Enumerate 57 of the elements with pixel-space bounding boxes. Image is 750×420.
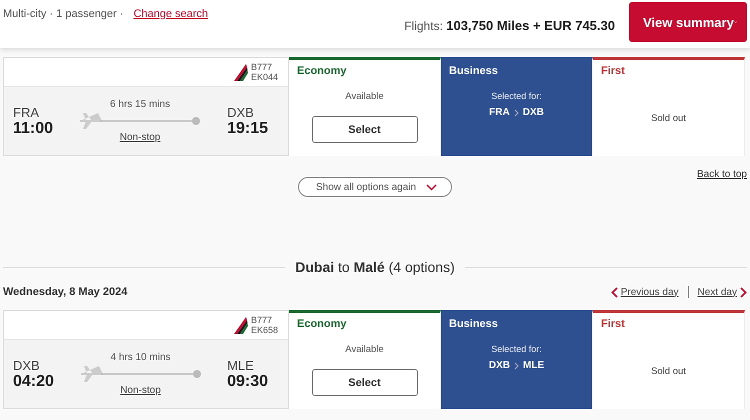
availability-status: Available <box>345 91 384 102</box>
fare-option[interactable]: Economy Available Select <box>289 57 441 156</box>
fare-option[interactable]: Business Selected for: DXB MLE <box>441 310 593 409</box>
chevron-right-icon <box>514 362 519 370</box>
change-search-link[interactable]: Change search <box>133 8 208 20</box>
trip-summary: Multi-city · 1 passenger · <box>3 8 124 20</box>
fare-option[interactable]: Business Selected for: FRA DXB <box>441 57 593 156</box>
arrival-time: 09:30 <box>227 372 268 390</box>
origin-code: DXB <box>13 358 41 372</box>
select-button[interactable]: Select <box>312 369 418 396</box>
route-origin: FRA <box>489 107 510 118</box>
availability-status: Available <box>345 344 384 355</box>
departure-time: 04:20 <box>13 372 54 390</box>
cabin-name: First <box>601 318 625 330</box>
chevron-left-icon <box>610 286 618 298</box>
flight-duration: 4 hrs 10 mins <box>110 352 171 363</box>
sold-out-status: Sold out <box>651 366 686 377</box>
flights-total: Flights: 103,750 Miles + EUR 745.30 <box>404 16 615 32</box>
route-destination: MLE <box>523 360 544 371</box>
tail-stripes-icon <box>232 63 248 81</box>
cabin-name: Economy <box>297 65 347 77</box>
chevron-right-icon <box>740 286 747 298</box>
arrival-time: 19:15 <box>227 120 268 138</box>
caret-icon <box>426 184 437 190</box>
back-to-top-link[interactable]: Back to top <box>696 169 747 180</box>
cabin-name: First <box>601 65 625 77</box>
flight-number: EK044 <box>250 72 278 82</box>
chevron-right-icon <box>514 108 519 116</box>
cabin-name: Business <box>449 318 498 330</box>
destination-code: MLE <box>227 358 255 372</box>
section-heading: Dubai to Malé (4 options) <box>295 259 455 275</box>
flight-number: EK658 <box>250 325 278 335</box>
fare-option[interactable]: First Sold out <box>593 57 745 156</box>
next-day-link[interactable]: Next day <box>698 286 737 298</box>
stops-link[interactable]: Non-stop <box>120 132 160 143</box>
aircraft-type: B777 <box>250 315 273 325</box>
view-summary-button[interactable]: View summary <box>629 2 747 42</box>
cabin-name: Economy <box>297 318 347 330</box>
stops-link[interactable]: Non-stop <box>120 385 161 396</box>
flight-duration: 6 hrs 15 mins <box>110 99 170 110</box>
show-all-options-button[interactable]: Show all options again <box>298 177 452 197</box>
route-origin: DXB <box>488 360 510 371</box>
selected-for-label: Selected for: <box>491 91 542 101</box>
aircraft-type: B777 <box>250 62 273 72</box>
destination-code: DXB <box>227 104 255 120</box>
origin-code: FRA <box>13 104 40 120</box>
selected-for-label: Selected for: <box>491 344 542 354</box>
route-destination: DXB <box>522 107 544 118</box>
date-label: Wednesday, 8 May 2024 <box>3 286 128 298</box>
previous-day-link[interactable]: Previous day <box>620 286 679 298</box>
select-button[interactable]: Select <box>312 116 418 143</box>
departure-time: 11:00 <box>13 120 54 138</box>
sold-out-status: Sold out <box>651 113 686 124</box>
fare-option[interactable]: First Sold out <box>593 310 745 409</box>
tail-stripes-icon <box>232 316 248 334</box>
cabin-name: Business <box>449 65 498 77</box>
fare-option[interactable]: Economy Available Select <box>289 310 441 409</box>
